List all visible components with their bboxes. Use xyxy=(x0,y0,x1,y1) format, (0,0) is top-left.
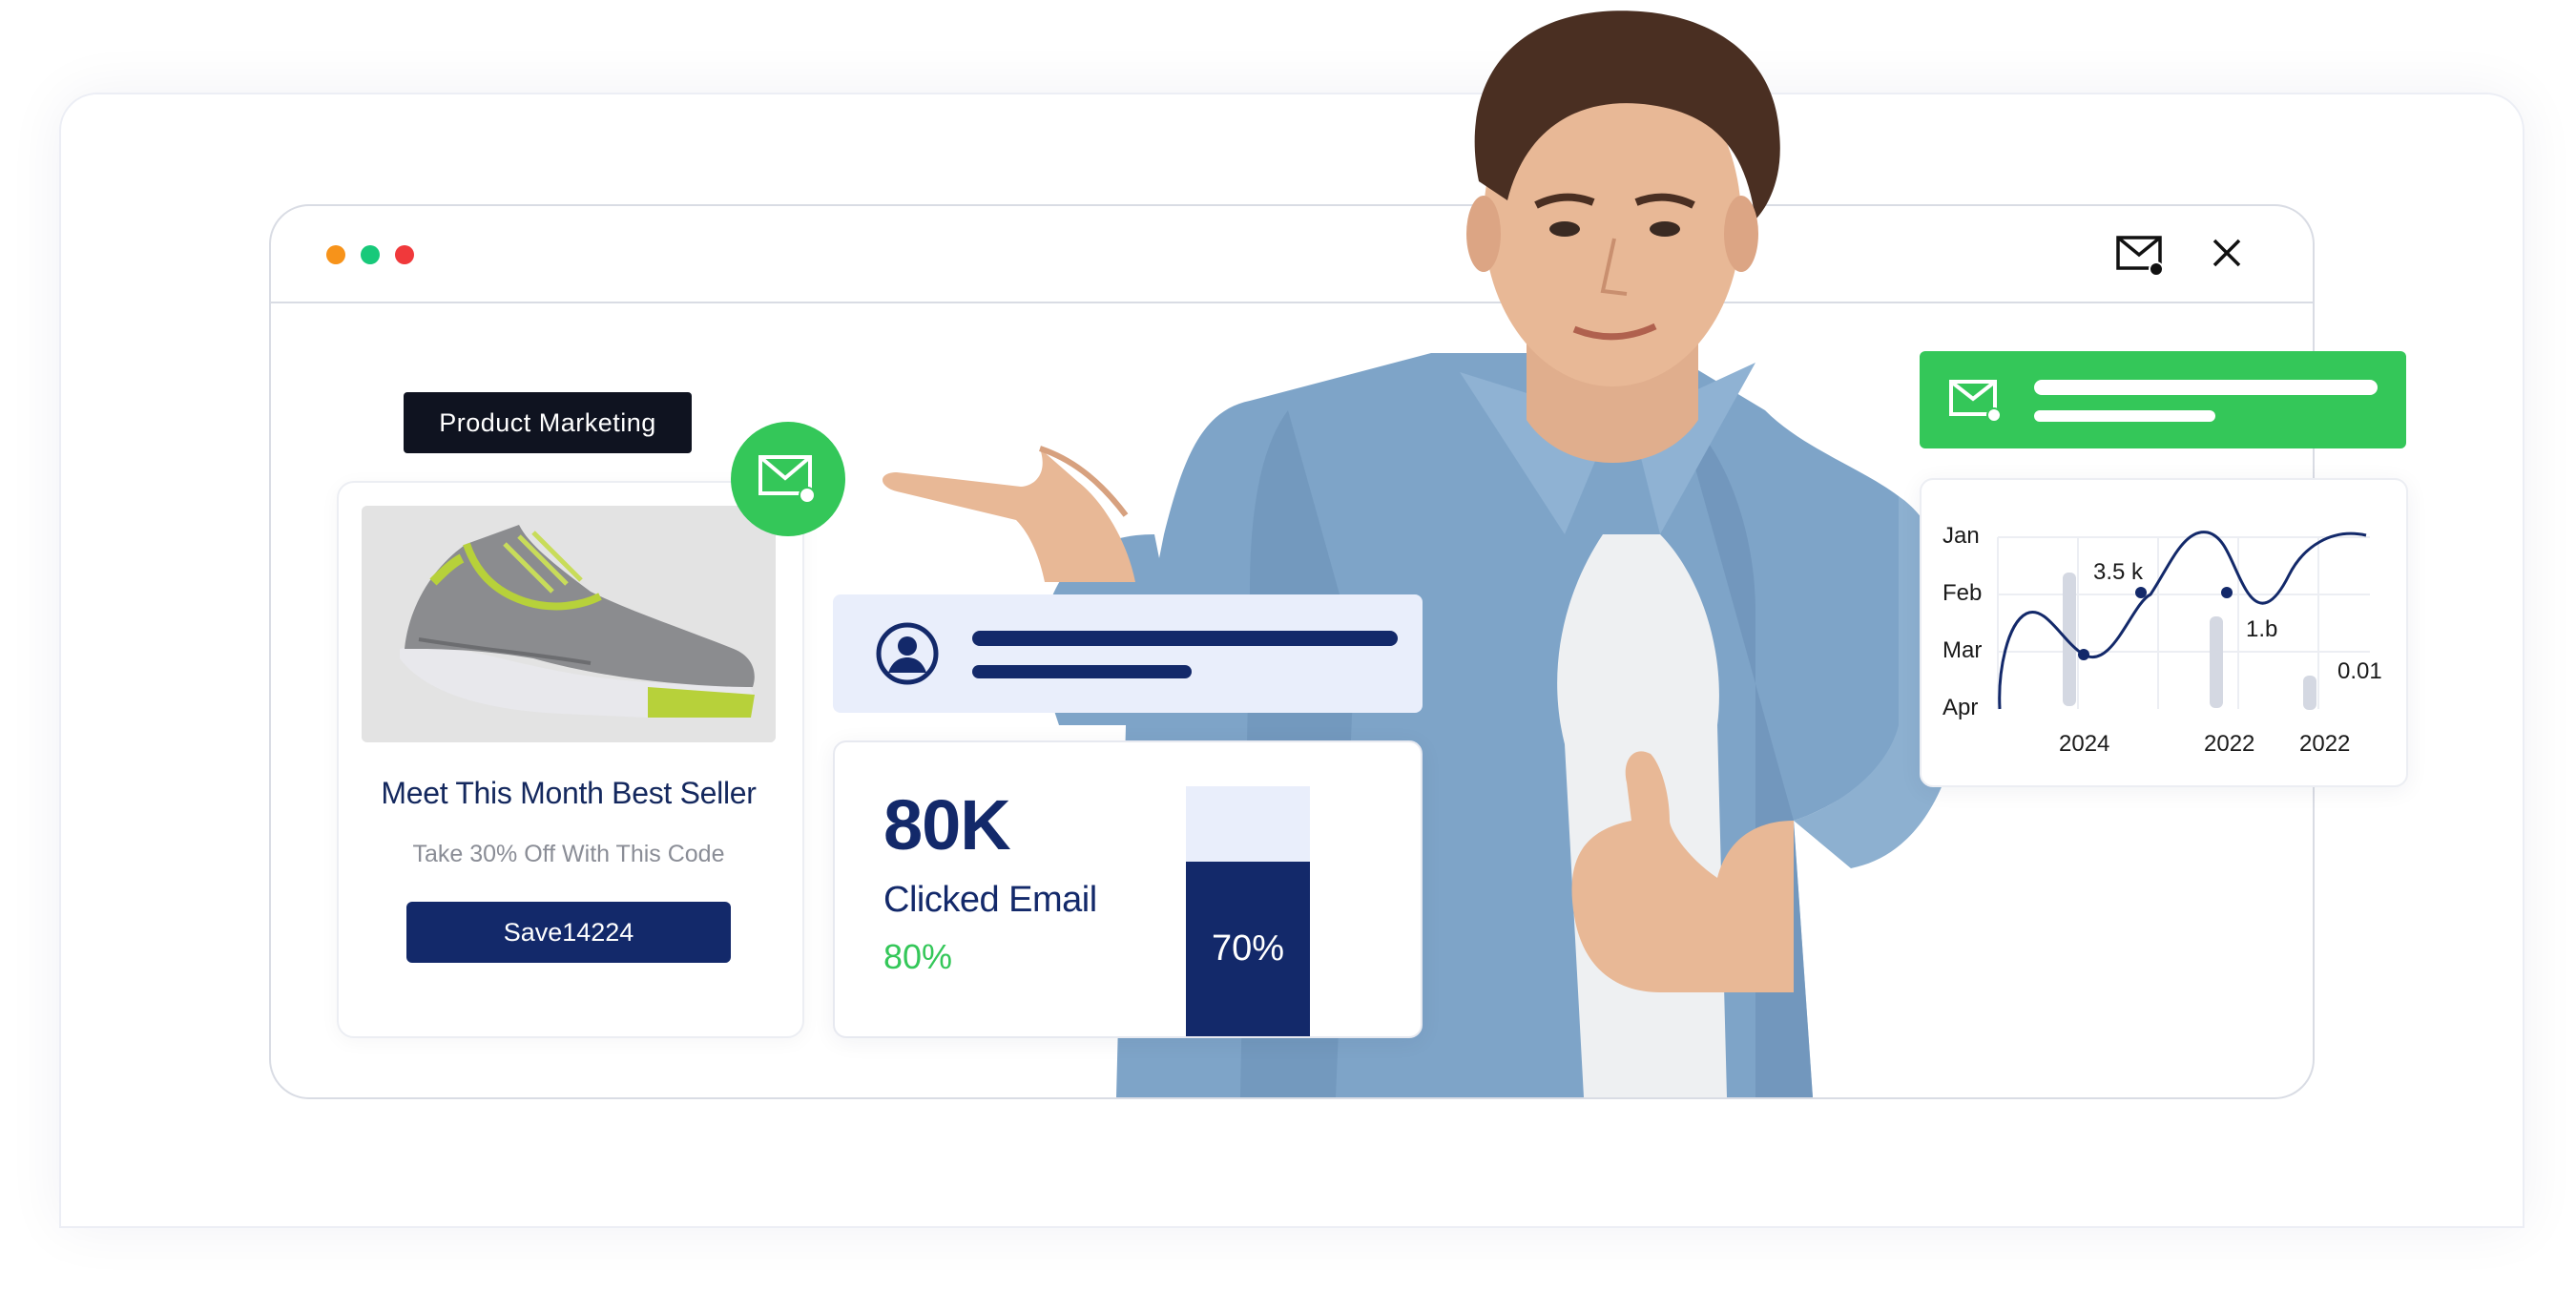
mail-icon xyxy=(758,455,816,504)
progress-fill: 70% xyxy=(1186,862,1310,1036)
user-detail-placeholder xyxy=(972,665,1192,678)
user-panel[interactable] xyxy=(833,594,1423,713)
chart-point xyxy=(2078,649,2089,660)
window-close-dot[interactable] xyxy=(395,245,414,264)
notification-title-placeholder xyxy=(2034,380,2378,395)
window-minimize-dot[interactable] xyxy=(326,245,345,264)
stat-value: 80K xyxy=(883,785,1011,865)
y-tick-label: Apr xyxy=(1942,695,1978,720)
progress-label: 70% xyxy=(1211,928,1285,969)
line-chart: Jan Feb Mar Apr 2024 2022 2022 3.5 k 1.b… xyxy=(1942,523,2382,757)
close-icon[interactable] xyxy=(2212,238,2242,268)
x-tick-label: 2022 xyxy=(2299,731,2350,757)
chart-point xyxy=(2221,587,2233,598)
mail-badge[interactable] xyxy=(731,422,845,536)
chart-card: Jan Feb Mar Apr 2024 2022 2022 3.5 k 1.b… xyxy=(1920,478,2408,787)
user-name-placeholder xyxy=(972,631,1398,646)
y-tick-label: Jan xyxy=(1942,523,1980,549)
stat-percent: 80% xyxy=(883,937,953,976)
product-title: Meet This Month Best Seller xyxy=(381,776,757,810)
notification-bar[interactable] xyxy=(1920,351,2406,448)
product-subtitle: Take 30% Off With This Code xyxy=(412,841,725,867)
window-maximize-dot[interactable] xyxy=(361,245,380,264)
mail-icon xyxy=(1949,380,2002,423)
stat-label: Clicked Email xyxy=(883,880,1097,920)
y-tick-label: Feb xyxy=(1942,580,1982,606)
x-tick-label: 2022 xyxy=(2204,731,2254,757)
user-avatar-icon xyxy=(876,622,939,685)
notification-detail-placeholder xyxy=(2034,410,2215,422)
x-tick-label: 2024 xyxy=(2059,731,2109,757)
mail-icon[interactable] xyxy=(2116,235,2166,277)
product-marketing-tag: Product Marketing xyxy=(404,392,692,453)
sneaker-image xyxy=(362,506,776,742)
data-label: 1.b xyxy=(2246,616,2277,642)
y-tick-label: Mar xyxy=(1942,637,1982,663)
promo-code-button[interactable]: Save14224 xyxy=(406,902,731,963)
chart-bar xyxy=(2210,616,2223,708)
chart-point xyxy=(2135,587,2147,598)
chart-bar xyxy=(2303,676,2316,710)
data-label: 3.5 k xyxy=(2093,559,2144,585)
data-label: 0.01 xyxy=(2337,658,2382,684)
